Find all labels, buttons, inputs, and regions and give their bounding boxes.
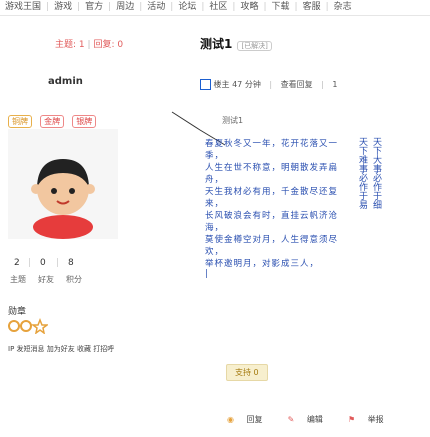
stat-a-value: 1	[78, 40, 85, 50]
post-title[interactable]: 测试1	[200, 37, 232, 51]
chip-2[interactable]: 金牌	[40, 115, 65, 128]
edit-icon: ✎	[287, 415, 295, 424]
nav-item-10[interactable]: 杂志	[329, 0, 357, 15]
nav-item-8[interactable]: 下载	[267, 0, 295, 15]
quote-text: 测试1	[222, 116, 244, 125]
post-header: 测试1 [已解决]	[200, 33, 272, 52]
nav-item-5[interactable]: 论坛	[173, 0, 201, 15]
body-line-3: 天生我材必有用，千金散尽还复来，	[205, 187, 339, 209]
nav-item-9[interactable]: 客服	[298, 0, 326, 15]
chip-3[interactable]: 银牌	[72, 115, 97, 128]
side-text-2: 天下大事必作于细	[371, 137, 381, 209]
body-line-6: 举杯邀明月，对影成三人，	[205, 259, 320, 269]
nav-item-4[interactable]: 活动	[142, 0, 170, 15]
body-line-7: |	[205, 269, 209, 279]
support-label: 支持	[235, 368, 251, 377]
meta-time: 47 分钟	[232, 80, 261, 89]
count-2-label[interactable]: 好友	[38, 274, 54, 285]
medals-label: 勋章	[8, 307, 27, 317]
reply-action[interactable]: ◉ 回复	[227, 415, 273, 424]
body-line-4: 长风破浪会有时，直挂云帆济沧海，	[205, 211, 339, 233]
top-nav: 游戏王国 | 游戏 | 官方 | 周边 | 活动 | 论坛 | 社区 | 攻略 | 下载 | 客服 | 杂志	[0, 0, 430, 16]
profile-links: IP 发短消息 加为好友 收藏 打招呼	[8, 344, 114, 354]
count-3-value: 8	[68, 258, 74, 268]
body-line-2: 人生在世不称意，明朝散发弄扁舟，	[205, 163, 339, 185]
support-button[interactable]: 支持 0	[226, 364, 268, 381]
link-msg[interactable]: 发短消息	[17, 345, 45, 353]
link-ip[interactable]: IP	[8, 345, 14, 353]
count-3-label[interactable]: 积分	[66, 274, 82, 285]
edit-label: 编辑	[306, 415, 323, 424]
link-fav[interactable]: 收藏	[77, 345, 91, 353]
avatar-illustration	[31, 159, 95, 239]
user-stats: 主题: 1 | 回复: 0	[55, 40, 124, 50]
stat-b-label: 回复	[93, 40, 112, 50]
post-meta: 楼主 47 分钟 | 查看回复 | 1	[200, 79, 338, 90]
nav-item-3[interactable]: 周边	[111, 0, 139, 15]
count-2-value: 0	[40, 258, 46, 268]
link-hello[interactable]: 打招呼	[93, 345, 114, 353]
author-icon	[200, 79, 211, 90]
meta-author[interactable]: 楼主	[214, 80, 230, 89]
body-line-1: 春夏秋冬又一年，花开花落又一季，	[205, 139, 339, 161]
link-add[interactable]: 加为好友	[47, 345, 75, 353]
edit-action[interactable]: ✎ 编辑	[288, 415, 333, 424]
chip-1[interactable]: 铜牌	[8, 115, 32, 128]
post-body: 春夏秋冬又一年，花开花落又一季， 人生在世不称意，明朝散发弄扁舟， 天生我材必有…	[205, 137, 350, 279]
meta-count: 1	[332, 80, 338, 89]
nav-item-1[interactable]: 游戏	[49, 0, 77, 15]
report-action[interactable]: ⚑ 举报	[348, 415, 394, 424]
nav-item-7[interactable]: 攻略	[235, 0, 263, 15]
avatar[interactable]	[8, 129, 118, 239]
report-label: 举报	[367, 415, 384, 424]
report-icon: ⚑	[347, 415, 356, 424]
side-text-1: 天下难事必作于易	[357, 137, 367, 209]
count-1-label[interactable]: 主题	[10, 274, 26, 285]
medal-icons	[8, 317, 50, 338]
user-chips: 铜牌 金牌 银牌	[8, 109, 99, 128]
nav-item-2[interactable]: 官方	[80, 0, 108, 15]
reply-icon: ◉	[227, 415, 234, 424]
nav-item-0[interactable]: 游戏王国	[0, 0, 46, 15]
support-count: 0	[253, 368, 259, 377]
body-line-5: 莫使金樽空对月，人生得意须尽欢，	[205, 235, 339, 257]
reply-label: 回复	[246, 415, 263, 424]
count-1-value: 2	[14, 258, 20, 268]
stat-b-value: 0	[117, 40, 124, 50]
stat-a-label: 主题	[55, 40, 74, 50]
post-tag: [已解决]	[237, 41, 272, 51]
post-actions: ◉ 回复 ✎ 编辑 ⚑ 举报	[227, 407, 404, 426]
meta-views[interactable]: 查看回复	[281, 80, 313, 89]
username[interactable]: admin	[48, 76, 83, 87]
nav-item-6[interactable]: 社区	[204, 0, 232, 15]
